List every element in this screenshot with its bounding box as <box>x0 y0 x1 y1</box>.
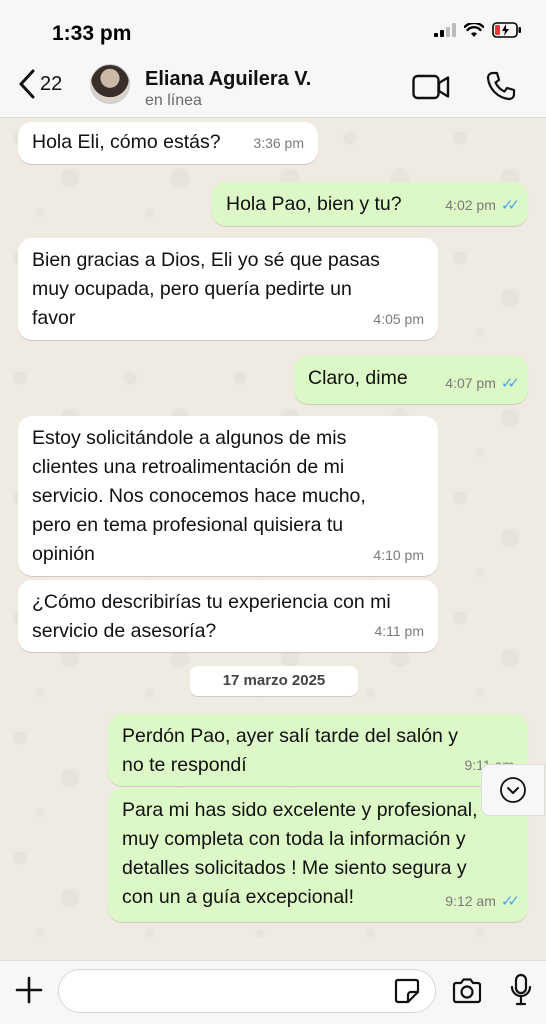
message-text: servicio. Nos conocemos hace mucho, <box>32 485 366 507</box>
contact-status: en línea <box>145 92 202 109</box>
microphone-icon[interactable] <box>510 973 532 1007</box>
message-outgoing[interactable]: Para mi has sido excelente y profesional… <box>108 788 528 922</box>
message-text: pero en tema profesional quisiera tu <box>32 514 344 536</box>
read-ticks-icon: ✓✓ <box>500 893 520 910</box>
camera-icon[interactable] <box>451 977 483 1005</box>
message-time: 4:02 pm <box>445 197 496 213</box>
sticker-icon[interactable] <box>394 978 420 1004</box>
message-text: ¿Cómo describirías tu experiencia con mi <box>32 591 391 613</box>
scroll-down-icon <box>500 777 526 803</box>
status-time: 1:33 pm <box>52 22 132 45</box>
message-time: 4:07 pm <box>445 375 496 391</box>
scroll-down-button[interactable] <box>481 764 545 816</box>
message-outgoing[interactable]: Claro, dime 4:07 pm ✓✓ <box>294 356 528 404</box>
message-text: Estoy solicitándole a algunos de mis <box>32 427 347 449</box>
message-meta: 9:12 am ✓✓ <box>445 887 520 916</box>
message-incoming[interactable]: Estoy solicitándole a algunos de mis cli… <box>18 416 438 576</box>
message-text: opinión <box>32 543 95 565</box>
message-outgoing[interactable]: Perdón Pao, ayer salí tarde del salón y … <box>108 714 528 786</box>
read-ticks-icon: ✓✓ <box>500 375 520 392</box>
back-chevron-icon <box>19 69 35 99</box>
message-meta: 4:07 pm ✓✓ <box>445 369 520 398</box>
chat-area[interactable]: Hola Eli, cómo estás? 3:36 pm Hola Pao, … <box>0 118 546 960</box>
message-incoming[interactable]: Hola Eli, cómo estás? 3:36 pm <box>18 122 318 164</box>
status-icons <box>434 22 522 38</box>
message-text: no te respondí <box>122 754 247 776</box>
unread-count: 22 <box>40 72 63 95</box>
message-text: Para mi has sido excelente y profesional… <box>122 799 478 821</box>
message-text: clientes una retroalimentación de mi <box>32 456 345 478</box>
video-call-icon[interactable] <box>412 74 450 100</box>
phone-icon[interactable] <box>485 70 517 102</box>
message-time: 9:12 am <box>445 893 496 909</box>
message-text: muy ocupada, pero quería pedirte un <box>32 278 352 300</box>
composer-bar <box>0 960 546 1024</box>
message-incoming[interactable]: Bien gracias a Dios, Eli yo sé que pasas… <box>18 238 438 340</box>
read-ticks-icon: ✓✓ <box>500 197 520 214</box>
battery-charging-icon <box>492 22 521 38</box>
avatar[interactable] <box>90 64 130 104</box>
message-text: servicio de asesoría? <box>32 620 217 642</box>
message-text: muy completa con toda la información y <box>122 828 466 850</box>
contact-name[interactable]: Eliana Aguilera V. <box>145 68 311 91</box>
message-time: 3:36 pm <box>253 135 304 151</box>
message-outgoing[interactable]: Hola Pao, bien y tu? 4:02 pm ✓✓ <box>212 182 528 226</box>
message-meta: 4:11 pm <box>374 617 424 646</box>
back-button[interactable]: 22 <box>18 68 62 100</box>
status-bar: 1:33 pm <box>0 0 546 60</box>
message-text: favor <box>32 307 76 329</box>
message-input[interactable] <box>58 969 436 1013</box>
signal-icon <box>434 23 456 37</box>
message-meta: 3:36 pm <box>253 129 304 158</box>
message-time: 4:10 pm <box>373 547 424 563</box>
date-separator: 17 marzo 2025 <box>190 666 358 696</box>
message-meta: 4:05 pm <box>373 305 424 334</box>
message-incoming[interactable]: ¿Cómo describirías tu experiencia con mi… <box>18 580 438 652</box>
wifi-icon <box>464 22 484 37</box>
chat-header: 22 Eliana Aguilera V. en línea <box>0 60 546 118</box>
message-meta: 4:02 pm ✓✓ <box>445 191 520 220</box>
message-meta: 4:10 pm <box>373 541 424 570</box>
message-time: 4:11 pm <box>374 623 424 639</box>
message-time: 4:05 pm <box>373 311 424 327</box>
message-text: Perdón Pao, ayer salí tarde del salón y <box>122 725 459 747</box>
message-text: Bien gracias a Dios, Eli yo sé que pasas <box>32 249 380 271</box>
message-text: detalles solicitados ! Me siento segura … <box>122 857 467 879</box>
plus-icon[interactable] <box>14 975 44 1005</box>
